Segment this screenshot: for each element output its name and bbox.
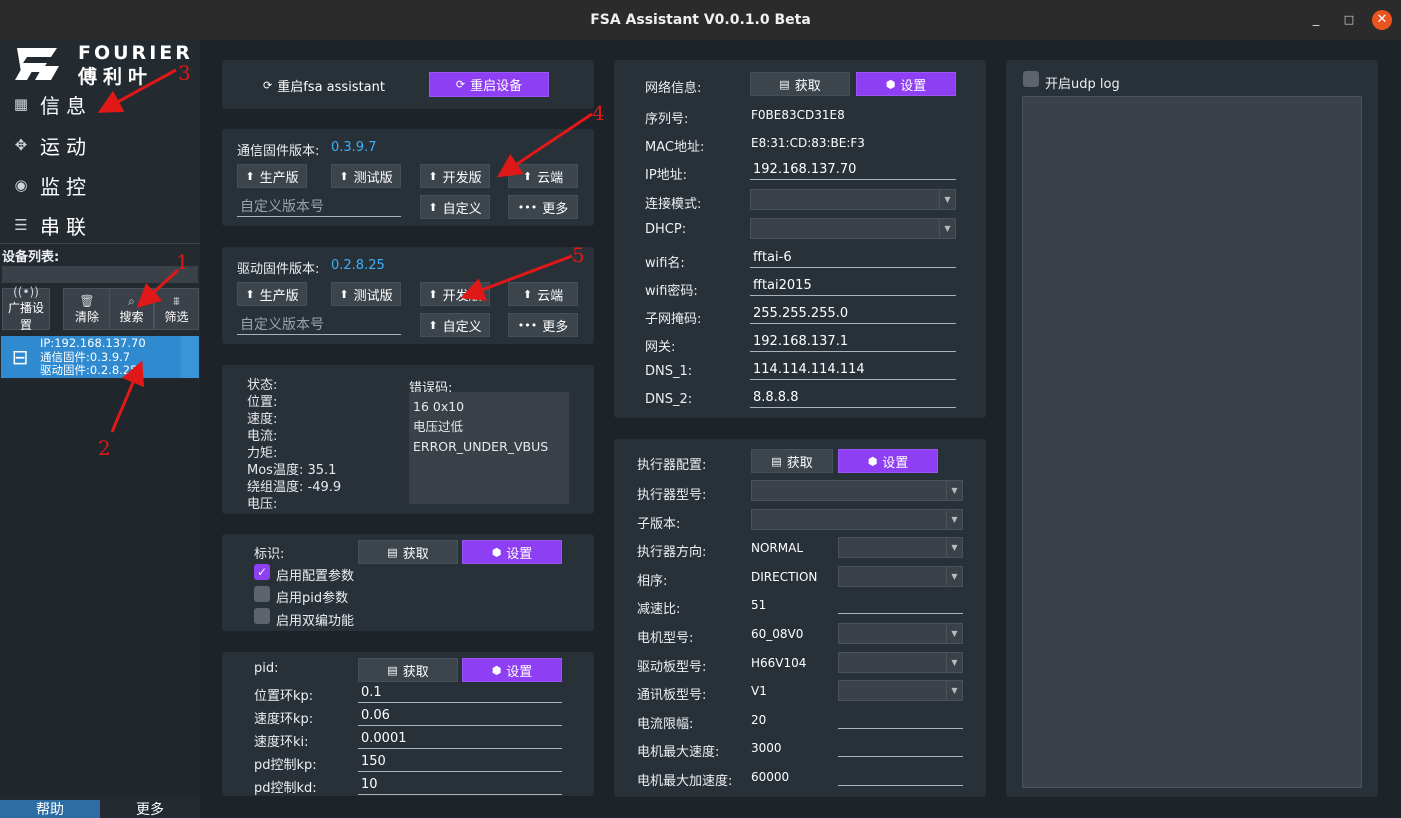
annotation-arrow	[136, 268, 180, 309]
annotation-label: 3	[178, 61, 191, 85]
annotation-arrow	[460, 254, 573, 301]
annotation-arrows	[97, 68, 593, 433]
annotation-label: 2	[98, 436, 111, 460]
annotation-arrow	[110, 360, 145, 433]
annotation-arrow	[97, 68, 177, 113]
annotation-label: 4	[592, 101, 605, 125]
annotation-arrow	[497, 112, 593, 178]
annotation-label: 5	[572, 243, 585, 267]
annotation-label: 1	[176, 250, 189, 274]
